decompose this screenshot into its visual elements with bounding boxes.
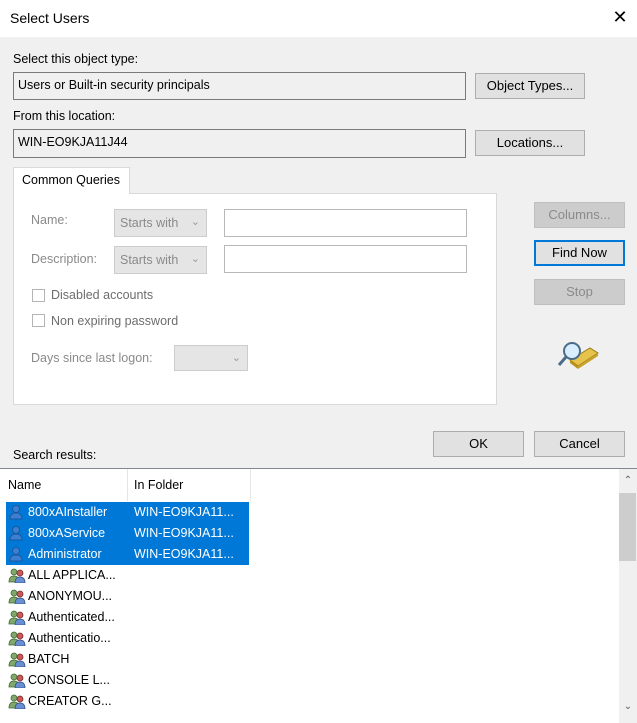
group-icon bbox=[8, 672, 26, 691]
row-folder: WIN-EO9KJA11... bbox=[134, 547, 234, 561]
name-mode-value: Starts with bbox=[120, 216, 179, 230]
scrollbar-thumb[interactable] bbox=[619, 493, 636, 561]
chevron-down-icon: ⌄ bbox=[231, 352, 241, 364]
locations-button[interactable]: Locations... bbox=[475, 130, 585, 156]
window-title: Select Users bbox=[10, 10, 90, 26]
group-icon bbox=[8, 588, 26, 607]
row-folder: WIN-EO9KJA11... bbox=[134, 505, 234, 519]
row-name: ANONYMOU... bbox=[28, 589, 113, 603]
group-icon bbox=[8, 693, 26, 712]
chevron-down-icon: ⌄ bbox=[190, 253, 200, 265]
non-expiring-password-checkbox[interactable] bbox=[32, 314, 45, 327]
row-name: Authenticatio... bbox=[28, 631, 111, 645]
table-row[interactable]: 800xAInstaller WIN-EO9KJA11... bbox=[6, 502, 249, 523]
row-name: CREATOR G... bbox=[28, 694, 112, 708]
description-input[interactable] bbox=[224, 245, 467, 273]
title-bar bbox=[0, 0, 637, 37]
object-type-field: Users or Built-in security principals bbox=[13, 72, 466, 100]
scroll-down-icon[interactable]: ⌄ bbox=[619, 701, 637, 712]
table-row[interactable]: BATCH bbox=[6, 649, 249, 670]
user-icon bbox=[8, 504, 24, 523]
row-folder: WIN-EO9KJA11... bbox=[134, 526, 234, 540]
user-icon bbox=[8, 525, 24, 544]
row-name: Authenticated... bbox=[28, 610, 115, 624]
group-icon bbox=[8, 567, 26, 586]
ok-button[interactable]: OK bbox=[433, 431, 524, 457]
group-icon bbox=[8, 609, 26, 628]
days-since-logon-select: ⌄ bbox=[174, 345, 248, 371]
location-label: From this location: bbox=[13, 109, 116, 123]
table-row[interactable]: CONSOLE L... bbox=[6, 670, 249, 691]
column-header-name[interactable]: Name bbox=[0, 469, 127, 501]
scroll-up-icon[interactable]: ⌃ bbox=[619, 475, 637, 486]
group-icon bbox=[8, 651, 26, 670]
row-name: CONSOLE L... bbox=[28, 673, 110, 687]
search-results-list[interactable]: Name In Folder 800xAInstaller WIN-EO9KJA1… bbox=[0, 468, 637, 723]
tab-common-queries[interactable]: Common Queries bbox=[13, 167, 130, 194]
group-icon bbox=[8, 630, 26, 649]
row-name: 800xAInstaller bbox=[28, 505, 108, 519]
columns-button[interactable]: Columns... bbox=[534, 202, 625, 228]
row-name: BATCH bbox=[28, 652, 70, 666]
chevron-down-icon: ⌄ bbox=[190, 216, 200, 228]
object-types-button[interactable]: Object Types... bbox=[475, 73, 585, 99]
location-field: WIN-EO9KJA11J44 bbox=[13, 129, 466, 158]
column-divider[interactable] bbox=[250, 469, 251, 501]
days-since-logon-label: Days since last logon: bbox=[31, 351, 153, 365]
cancel-button[interactable]: Cancel bbox=[534, 431, 625, 457]
table-row[interactable]: Authenticatio... bbox=[6, 628, 249, 649]
name-mode-select: Starts with ⌄ bbox=[114, 209, 207, 237]
stop-button[interactable]: Stop bbox=[534, 279, 625, 305]
name-input[interactable] bbox=[224, 209, 467, 237]
description-label: Description: bbox=[31, 252, 97, 266]
table-row[interactable]: CREATOR G... bbox=[6, 691, 249, 712]
description-mode-select: Starts with ⌄ bbox=[114, 246, 207, 274]
table-row[interactable]: ANONYMOU... bbox=[6, 586, 249, 607]
table-row[interactable]: 800xAService WIN-EO9KJA11... bbox=[6, 523, 249, 544]
search-directory-icon bbox=[557, 342, 599, 369]
table-row[interactable]: Authenticated... bbox=[6, 607, 249, 628]
table-row[interactable]: ALL APPLICA... bbox=[6, 565, 249, 586]
column-header-in-folder[interactable]: In Folder bbox=[128, 469, 250, 501]
search-results-label: Search results: bbox=[13, 448, 97, 462]
name-label: Name: bbox=[31, 213, 68, 227]
find-now-button[interactable]: Find Now bbox=[534, 240, 625, 266]
object-type-label: Select this object type: bbox=[13, 52, 139, 66]
disabled-accounts-checkbox[interactable] bbox=[32, 289, 45, 302]
non-expiring-password-label: Non expiring password bbox=[51, 314, 179, 328]
row-name: Administrator bbox=[28, 547, 102, 561]
table-row[interactable]: Administrator WIN-EO9KJA11... bbox=[6, 544, 249, 565]
user-icon bbox=[8, 546, 24, 565]
row-name: 800xAService bbox=[28, 526, 106, 540]
row-name: ALL APPLICA... bbox=[28, 568, 116, 582]
disabled-accounts-label: Disabled accounts bbox=[51, 288, 154, 302]
description-mode-value: Starts with bbox=[120, 253, 179, 267]
close-icon[interactable]: ✕ bbox=[609, 6, 631, 28]
